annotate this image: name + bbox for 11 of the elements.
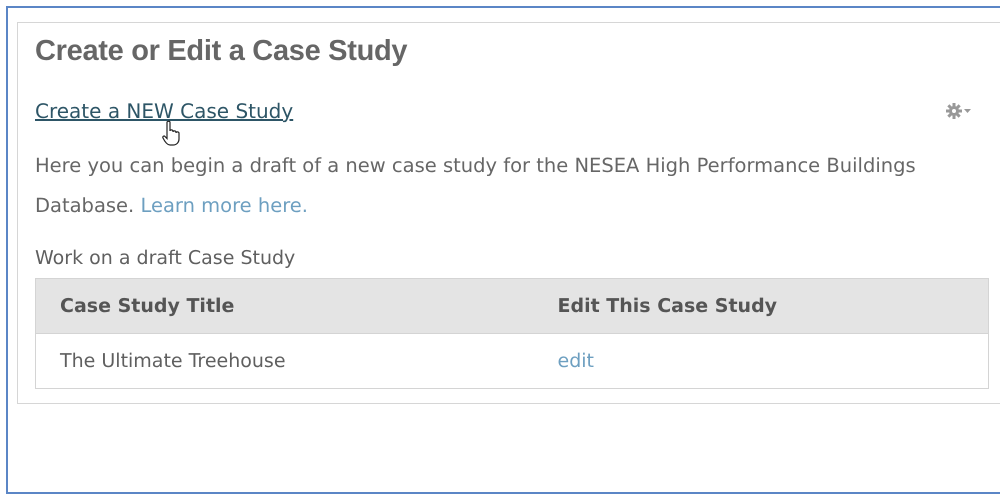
learn-more-link[interactable]: Learn more here. [140,194,308,217]
panel-title: Create or Edit a Case Study [35,34,408,69]
gear-menu-icon[interactable] [946,102,972,120]
drafts-label: Work on a draft Case Study [35,246,296,270]
create-link[interactable]: Create a NEW Case Study [35,99,294,123]
edit-link[interactable]: edit [558,350,594,372]
hand-cursor-icon [161,120,181,146]
column-header: Edit This Case Study [534,278,988,334]
table-cell: The Ultimate Treehouse [36,334,534,388]
description-text: Here you can begin a draft of a new case study for the NESEA High Performance Buildings Database. Learn more here. [35,153,917,219]
column-header: Case Study Title [36,278,534,334]
